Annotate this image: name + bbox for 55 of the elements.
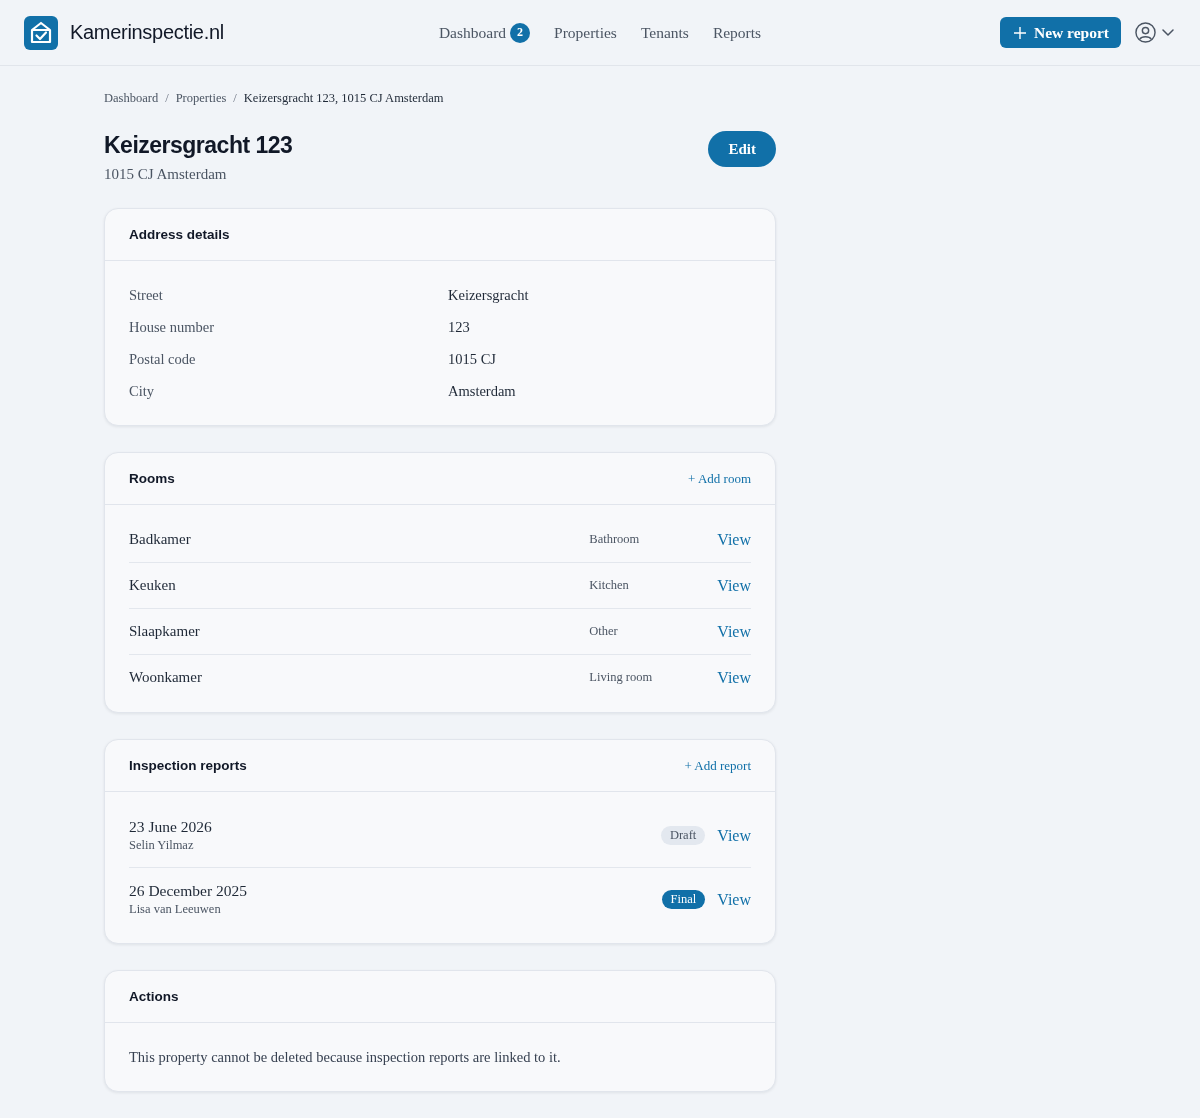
chevron-down-icon (1162, 29, 1174, 36)
field-label: City (129, 382, 155, 400)
nav-link[interactable]: Properties (554, 23, 617, 42)
breadcrumb-current: Keizersgracht 123, 1015 CJ Amsterdam (243, 91, 444, 106)
status-badge: Final (661, 890, 706, 909)
card-title: Address details (129, 227, 230, 242)
plus-icon (1013, 26, 1026, 39)
room-type: Kitchen (589, 578, 630, 593)
new-report-button[interactable]: New report (999, 17, 1121, 48)
view-link[interactable]: View (717, 826, 751, 845)
view-link[interactable]: View (717, 668, 751, 687)
breadcrumb-separator: / (233, 91, 237, 106)
page-title: Keizersgracht 123 (104, 131, 293, 159)
card-title: Inspection reports (129, 758, 247, 773)
field-label: Street (129, 286, 164, 304)
inspector-name: Lisa van Leeuwen (129, 902, 222, 917)
page-subtitle: 1015 CJ Amsterdam (104, 166, 228, 183)
view-link[interactable]: View (717, 622, 751, 641)
nav-link[interactable]: Tenants (640, 23, 689, 42)
nav-link[interactable]: Reports (712, 23, 762, 42)
room-name: Woonkamer (129, 669, 203, 686)
add-report-link[interactable]: + Add report (684, 757, 751, 774)
field-value: Amsterdam (448, 382, 517, 400)
room-type: Living room (589, 670, 654, 685)
breadcrumb-link[interactable]: Dashboard (104, 91, 159, 106)
count-badge: 2 (510, 22, 531, 43)
room-name: Badkamer (129, 531, 192, 548)
report-date: 23 June 2026 (129, 818, 213, 836)
report-date: 26 December 2025 (129, 882, 248, 900)
brand-name[interactable]: Kamerinspectie.nl (70, 21, 224, 44)
info-message: This property cannot be deleted because inspection reports are linked to it. (129, 1048, 562, 1067)
field-value: 1015 CJ (448, 350, 497, 368)
breadcrumb-separator: / (165, 91, 169, 106)
room-type: Bathroom (589, 532, 641, 547)
nav-link[interactable]: Dashboard 2 (438, 22, 531, 43)
field-value: Keizersgracht (448, 286, 530, 304)
view-link[interactable]: View (717, 890, 751, 909)
room-name: Keuken (129, 577, 177, 594)
card-title: Actions (129, 989, 179, 1004)
user-menu-button[interactable] (1135, 22, 1174, 43)
view-link[interactable]: View (717, 530, 751, 549)
field-label: Postal code (129, 350, 197, 368)
room-name: Slaapkamer (129, 623, 201, 640)
edit-button[interactable]: Edit (708, 131, 776, 167)
breadcrumb-link[interactable]: Properties (175, 91, 227, 106)
card-title: Rooms (129, 471, 175, 486)
inspector-name: Selin Yilmaz (129, 838, 195, 853)
view-link[interactable]: View (717, 576, 751, 595)
field-value: 123 (448, 318, 471, 336)
house-check-logo-icon[interactable] (24, 15, 58, 50)
status-badge: Draft (660, 826, 706, 845)
room-type: Other (589, 624, 619, 639)
add-room-link[interactable]: + Add room (688, 470, 751, 487)
user-avatar-icon (1135, 22, 1156, 43)
field-label: House number (129, 318, 215, 336)
